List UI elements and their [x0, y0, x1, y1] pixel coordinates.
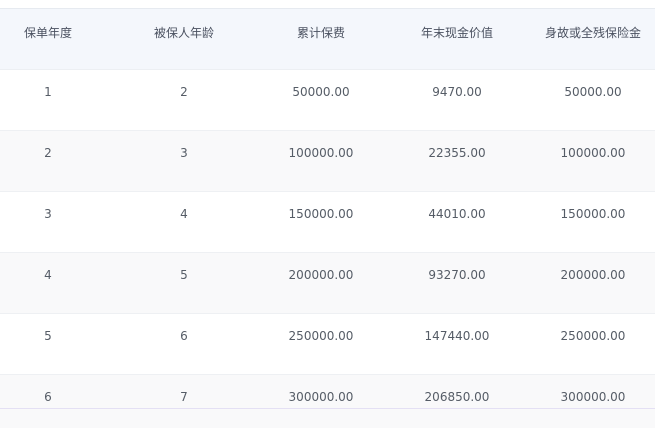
- header-insured-age: 被保人年龄: [153, 26, 214, 40]
- cell-cumulative-premium: 200000.00: [288, 268, 354, 282]
- cell-insured-age: 3: [180, 146, 188, 160]
- table-row: 5 6 250000.00 147440.00 250000.00: [0, 314, 655, 375]
- cell-death-disability-benefit: 150000.00: [560, 207, 626, 221]
- benefit-table: 保单年度 被保人年龄 累计保费 年末现金价值 身故或全残保险金 1 2 5000…: [0, 0, 655, 428]
- table-top-border: [0, 0, 655, 9]
- table-header-row: 保单年度 被保人年龄 累计保费 年末现金价值 身故或全残保险金: [0, 9, 655, 70]
- cell-death-disability-benefit: 250000.00: [560, 329, 626, 343]
- cell-year-end-cash-value: 206850.00: [424, 390, 490, 404]
- table-row: 6 7 300000.00 206850.00 300000.00: [0, 375, 655, 428]
- cell-insured-age: 7: [180, 390, 188, 404]
- table-row: 4 5 200000.00 93270.00 200000.00: [0, 253, 655, 314]
- cell-death-disability-benefit: 300000.00: [560, 390, 626, 404]
- cell-death-disability-benefit: 100000.00: [560, 146, 626, 160]
- table-bottom-divider: [0, 408, 655, 409]
- cell-death-disability-benefit: 50000.00: [564, 85, 622, 99]
- cell-death-disability-benefit: 200000.00: [560, 268, 626, 282]
- cell-policy-year: 3: [44, 207, 52, 221]
- cell-cumulative-premium: 50000.00: [292, 85, 350, 99]
- header-policy-year: 保单年度: [23, 26, 72, 40]
- cell-insured-age: 6: [180, 329, 188, 343]
- header-cumulative-premium: 累计保费: [296, 26, 345, 40]
- cell-policy-year: 4: [44, 268, 52, 282]
- table-row: 1 2 50000.00 9470.00 50000.00: [0, 70, 655, 131]
- cell-insured-age: 5: [180, 268, 188, 282]
- cell-policy-year: 2: [44, 146, 52, 160]
- table-row: 3 4 150000.00 44010.00 150000.00: [0, 192, 655, 253]
- header-year-end-cash-value: 年末现金价值: [420, 26, 493, 40]
- cell-insured-age: 4: [180, 207, 188, 221]
- cell-cumulative-premium: 250000.00: [288, 329, 354, 343]
- cell-cumulative-premium: 100000.00: [288, 146, 354, 160]
- cell-cumulative-premium: 150000.00: [288, 207, 354, 221]
- cell-year-end-cash-value: 147440.00: [424, 329, 490, 343]
- cell-year-end-cash-value: 44010.00: [428, 207, 486, 221]
- cell-policy-year: 5: [44, 329, 52, 343]
- cell-cumulative-premium: 300000.00: [288, 390, 354, 404]
- table-row: 2 3 100000.00 22355.00 100000.00: [0, 131, 655, 192]
- cell-year-end-cash-value: 9470.00: [432, 85, 482, 99]
- cell-policy-year: 6: [44, 390, 52, 404]
- cell-year-end-cash-value: 22355.00: [428, 146, 486, 160]
- header-death-disability-benefit: 身故或全残保险金: [544, 26, 641, 40]
- cell-insured-age: 2: [180, 85, 188, 99]
- cell-year-end-cash-value: 93270.00: [428, 268, 486, 282]
- cell-policy-year: 1: [44, 85, 52, 99]
